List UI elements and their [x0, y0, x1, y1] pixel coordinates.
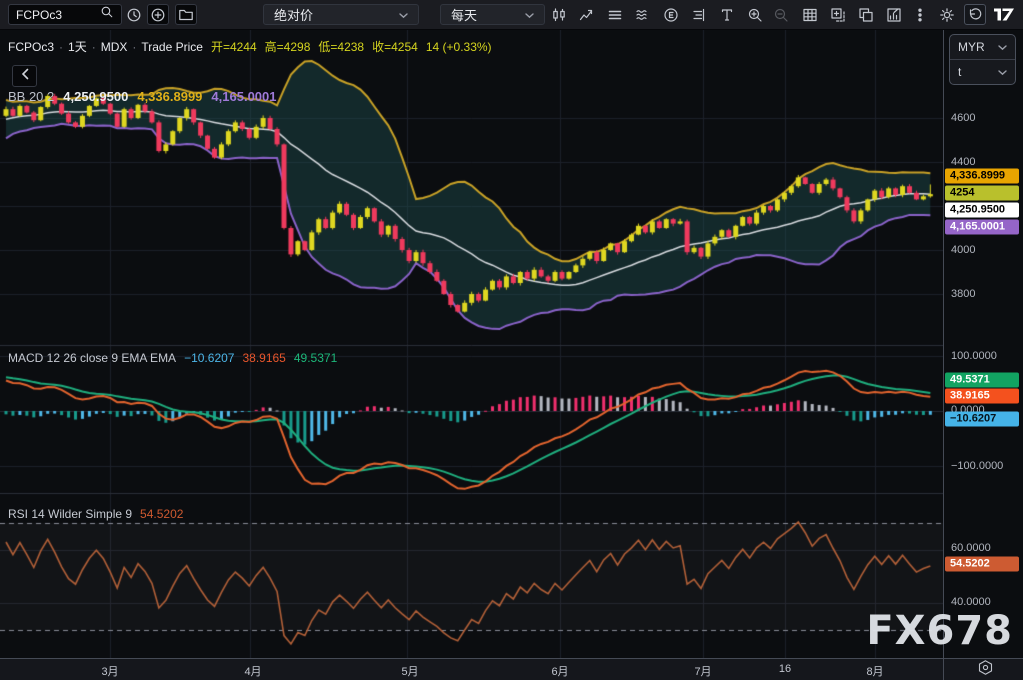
macd-hist-value: −10.6207 — [184, 351, 234, 365]
rsi-value-label: 54.5202 — [945, 557, 1019, 572]
tv-logo-icon — [993, 4, 1015, 25]
macd-signal-value: 49.5371 — [294, 351, 337, 365]
price-axis[interactable]: MYR t 4600440040003800100.00000.0000−100… — [943, 29, 1023, 658]
time-axis-label: 6月 — [551, 663, 568, 679]
plus-icon[interactable] — [147, 4, 169, 25]
currency-unit-widget: MYR t — [949, 34, 1016, 85]
trading-chart-app: FCPOc3 绝对价 每天 FCPOc3 · 1天 · MDX · Trade … — [0, 0, 1023, 680]
bb-upper-price-label: 4,336.8999 — [945, 169, 1019, 184]
macd-label: MACD 12 26 close 9 EMA EMA — [8, 351, 176, 365]
axis-tick: 4600 — [951, 112, 975, 124]
legend-high: 高=4298 — [265, 38, 311, 55]
candles-icon[interactable] — [548, 4, 570, 25]
currency-value: MYR — [958, 40, 985, 54]
chevron-left-icon — [21, 67, 29, 85]
legend-symbol: FCPOc3 — [8, 40, 54, 54]
axis-tick: 4400 — [951, 156, 975, 168]
top-toolbar: FCPOc3 绝对价 每天 — [0, 0, 1023, 30]
rsi-label: RSI 14 Wilder Simple 9 — [8, 507, 132, 521]
hexagon-settings-icon — [977, 659, 994, 680]
text-tool-icon[interactable] — [716, 4, 738, 25]
macd-legend: MACD 12 26 close 9 EMA EMA −10.6207 38.9… — [8, 351, 337, 365]
folder-icon[interactable] — [175, 4, 197, 25]
time-axis-label: 5月 — [401, 663, 418, 679]
axis-tick: 3800 — [951, 288, 975, 300]
measure-icon[interactable] — [688, 4, 710, 25]
undo-icon[interactable] — [964, 4, 986, 25]
bb-basis-value: 4,250.9500 — [63, 89, 128, 104]
collapse-legend-button[interactable] — [12, 65, 37, 87]
time-axis-label: 4月 — [244, 663, 261, 679]
zoom-out-icon[interactable] — [770, 4, 792, 25]
search-icon — [100, 5, 114, 24]
unit-value: t — [958, 65, 961, 79]
axis-tick: 60.0000 — [951, 542, 991, 554]
price-chart-canvas[interactable] — [0, 29, 943, 658]
axis-tick: 100.0000 — [951, 350, 997, 362]
macd-line-value: 38.9165 — [242, 351, 285, 365]
time-axis-label: 7月 — [694, 663, 711, 679]
chart-panel-icon[interactable] — [883, 4, 905, 25]
legend-low: 低=4238 — [318, 38, 364, 55]
price-mode-select[interactable]: 绝对价 — [263, 4, 419, 25]
bb-label: BB 20 2 — [8, 89, 54, 104]
chevron-down-icon — [525, 7, 534, 22]
more-dots-icon[interactable] — [909, 4, 931, 25]
time-axis[interactable]: 3月 4月 5月 6月 7月 16 8月 — [0, 658, 1023, 680]
copy-icon[interactable] — [855, 4, 877, 25]
interval-value: 每天 — [451, 5, 477, 24]
price-mode-value: 绝对价 — [274, 5, 313, 24]
currency-select[interactable]: MYR — [950, 35, 1015, 59]
circle-e-icon[interactable] — [660, 4, 682, 25]
time-axis-label: 3月 — [101, 663, 118, 679]
last-price-label: 4254 — [945, 186, 1019, 201]
rsi-value: 54.5202 — [140, 507, 183, 521]
bb-upper-value: 4,336.8999 — [137, 89, 202, 104]
chevron-down-icon — [998, 65, 1007, 79]
clock-icon[interactable] — [123, 4, 145, 25]
symbol-name: FCPOc3 — [16, 8, 94, 22]
chart-region: FCPOc3 · 1天 · MDX · Trade Price 开=4244 高… — [0, 29, 943, 658]
axis-tick: 40.0000 — [951, 596, 991, 608]
zoom-in-icon[interactable] — [744, 4, 766, 25]
rsi-legend: RSI 14 Wilder Simple 9 54.5202 — [8, 507, 183, 521]
legend-open: 开=4244 — [211, 38, 257, 55]
time-axis-label: 16 — [779, 663, 791, 675]
legend-exchange: MDX — [101, 40, 128, 54]
macd-hist-label: −10.6207 — [945, 412, 1019, 427]
settings-icon[interactable] — [936, 4, 958, 25]
layers-icon[interactable] — [604, 4, 626, 25]
bb-lower-price-label: 4,165.0001 — [945, 220, 1019, 235]
bb-lower-value: 4,165.0001 — [211, 89, 276, 104]
axis-corner-divider — [943, 659, 944, 680]
chevron-down-icon — [399, 7, 408, 22]
legend-close: 收=4254 — [372, 38, 418, 55]
trend-icon[interactable] — [576, 4, 598, 25]
legend-interval: 1天 — [68, 38, 87, 55]
symbol-legend: FCPOc3 · 1天 · MDX · Trade Price 开=4244 高… — [8, 38, 492, 55]
watermark: FX678 — [866, 608, 1013, 654]
macd-signal-label: 49.5371 — [945, 373, 1019, 388]
chart-properties-button[interactable] — [976, 661, 994, 679]
unit-select[interactable]: t — [950, 59, 1015, 84]
chevron-down-icon — [998, 40, 1007, 54]
bb-legend: BB 20 2 4,250.9500 4,336.8999 4,165.0001 — [8, 89, 277, 104]
legend-change: 14 (+0.33%) — [426, 40, 492, 54]
waves-icon[interactable] — [632, 4, 654, 25]
axis-tick: −100.0000 — [951, 460, 1003, 472]
interval-select[interactable]: 每天 — [440, 4, 545, 25]
macd-line-label: 38.9165 — [945, 389, 1019, 404]
bb-basis-price-label: 4,250.9500 — [945, 203, 1019, 218]
symbol-search-button[interactable]: FCPOc3 — [8, 4, 122, 25]
add-pane-icon[interactable] — [827, 4, 849, 25]
legend-series-type: Trade Price — [141, 40, 203, 54]
axis-tick: 4000 — [951, 244, 975, 256]
table-icon[interactable] — [799, 4, 821, 25]
time-axis-label: 8月 — [866, 663, 883, 679]
